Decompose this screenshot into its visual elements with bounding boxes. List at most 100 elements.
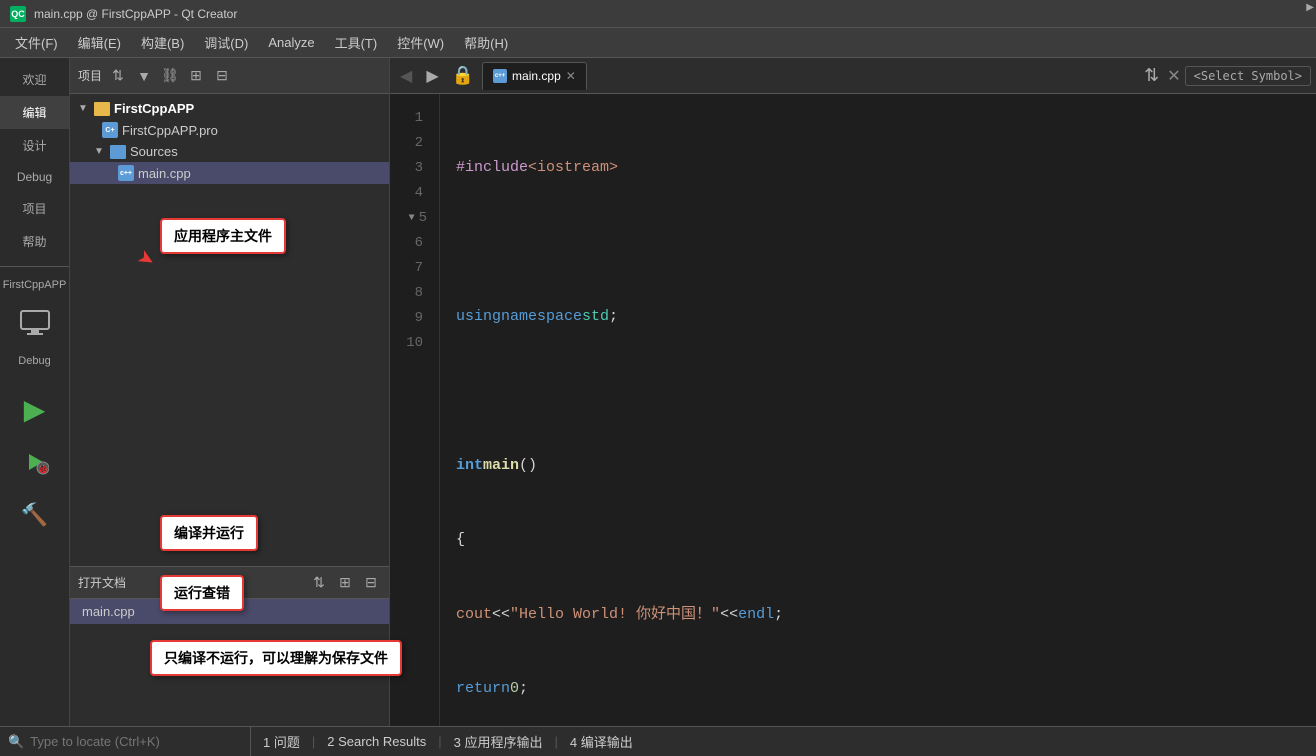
menu-tools[interactable]: 工具(T) — [325, 29, 388, 56]
status-search[interactable]: 2 Search Results — [315, 727, 438, 756]
project-panel-title: 项目 — [78, 67, 102, 84]
line-num-7: 7 — [390, 256, 431, 281]
mode-help[interactable]: 帮助 — [0, 225, 69, 258]
close-editor-btn[interactable]: ✕ — [1167, 66, 1180, 86]
tree-pro-item[interactable]: C+ FirstCppAPP.pro — [70, 119, 389, 141]
project-panel-header: 项目 ⇅ ▼ ⛓ ⊞ ⊟ — [70, 58, 389, 94]
panel-filter-btn[interactable]: ▼ — [134, 66, 154, 86]
menu-analyze[interactable]: Analyze — [258, 31, 324, 54]
tree-maincpp-item[interactable]: c++ main.cpp — [70, 162, 389, 184]
code-line-5: int main() — [456, 454, 1300, 479]
mode-edit[interactable]: 编辑 — [0, 96, 69, 129]
menu-edit[interactable]: 编辑(E) — [68, 29, 131, 56]
menu-build[interactable]: 构建(B) — [131, 29, 194, 56]
docs-collapse-btn[interactable]: ⊟ — [361, 573, 381, 593]
code-content[interactable]: #include <iostream> using namespace std;… — [440, 94, 1316, 726]
line-num-3: 3 — [390, 156, 431, 181]
line-num-4: 4 — [390, 181, 431, 206]
line-num-1: 1 — [390, 106, 431, 131]
code-editor[interactable]: 1 2 3 4 ▼5 6 7 8 9 10 #include <iostream… — [390, 94, 1316, 726]
status-app-output-label: 3 应用程序输出 — [454, 732, 543, 751]
svg-text:🐞: 🐞 — [36, 462, 48, 475]
code-line-8: return 0; — [456, 677, 1300, 702]
menu-file[interactable]: 文件(F) — [5, 29, 68, 56]
folder-icon-sources — [110, 145, 126, 159]
line-numbers: 1 2 3 4 ▼5 6 7 8 9 10 — [390, 94, 440, 726]
file-tree: ▼ FirstCppAPP C+ FirstCppAPP.pro ▼ Sourc… — [70, 94, 389, 566]
code-line-3: using namespace std; — [456, 305, 1300, 330]
code-line-1: #include <iostream> — [456, 156, 1300, 181]
menu-help[interactable]: 帮助(H) — [454, 29, 518, 56]
cpp-file-icon: c++ — [118, 165, 134, 181]
menu-bar: 文件(F) 编辑(E) 构建(B) 调试(D) Analyze 工具(T) 控件… — [0, 28, 1316, 58]
line-num-6: 6 — [390, 231, 431, 256]
tab-sort-icon: ⇅ — [1144, 65, 1159, 86]
pro-file-icon: C+ — [102, 122, 118, 138]
tree-sources-label: Sources — [130, 144, 178, 159]
build-button[interactable]: 🔨 — [10, 490, 60, 540]
mode-debug[interactable]: Debug — [0, 162, 69, 192]
line-num-8: 8 — [390, 281, 431, 306]
tab-label: main.cpp — [512, 69, 561, 83]
nav-back-btn[interactable]: ◀ — [395, 64, 417, 88]
menu-widgets[interactable]: 控件(W) — [387, 29, 454, 56]
docs-sort-btn[interactable]: ⇅ — [309, 573, 329, 593]
status-compile-output-label: 4 编译输出 — [570, 732, 633, 751]
line-num-2: 2 — [390, 131, 431, 156]
run-button[interactable]: ▶ — [10, 298, 60, 348]
tree-pro-label: FirstCppAPP.pro — [122, 123, 218, 138]
debug-play-icon: 🐞 — [21, 448, 49, 476]
debug-label: Debug — [0, 351, 69, 371]
code-line-2 — [456, 230, 1300, 255]
tree-sources-item[interactable]: ▼ Sources — [70, 141, 389, 162]
title-bar: QC main.cpp @ FirstCppAPP - Qt Creator — [0, 0, 1316, 28]
tab-close-btn[interactable]: ✕ — [566, 69, 576, 83]
mode-design[interactable]: 设计 — [0, 129, 69, 162]
annotation-compile-run: 编译并运行 — [160, 515, 258, 551]
status-compile-output[interactable]: 4 编译输出 — [558, 727, 645, 756]
app-label: FirstCppAPP — [0, 275, 69, 295]
editor-wrapper: ◀ ▶ 🔒 c++ main.cpp ✕ ⇅ ✕ <Select Symbol>… — [390, 58, 1316, 726]
tree-root-item[interactable]: ▼ FirstCppAPP — [70, 98, 389, 119]
line-num-5: ▼5 — [390, 206, 431, 231]
status-problems[interactable]: 1 问题 — [251, 727, 312, 756]
bottom-bar: 🔍 1 问题 | 2 Search Results | 3 应用程序输出 | 4… — [0, 726, 1316, 756]
tree-root-label: FirstCppAPP — [114, 101, 194, 116]
nav-forward-btn[interactable]: ▶ — [421, 64, 443, 88]
mode-project[interactable]: 项目 — [0, 192, 69, 225]
tab-cpp-icon: c++ — [493, 69, 507, 83]
editor-tabs: ◀ ▶ 🔒 c++ main.cpp ✕ ⇅ ✕ <Select Symbol> — [390, 58, 1316, 94]
panel-link-btn[interactable]: ⛓ — [160, 66, 180, 86]
annotation-build-only: 只编译不运行，可以理解为保存文件 — [150, 640, 402, 676]
locate-input[interactable] — [30, 734, 242, 749]
line-num-10: 10 — [390, 331, 431, 356]
code-line-4 — [456, 379, 1300, 404]
window-title: main.cpp @ FirstCppAPP - Qt Creator — [34, 7, 237, 21]
code-line-7: cout << "Hello World! 你好中国！" << endl; — [456, 603, 1300, 628]
mode-welcome[interactable]: 欢迎 — [0, 63, 69, 96]
main-layout: 欢迎 编辑 设计 Debug 项目 帮助 FirstCppAPP ▶ Debug… — [0, 58, 1316, 726]
mode-sidebar: 欢迎 编辑 设计 Debug 项目 帮助 FirstCppAPP ▶ Debug… — [0, 58, 70, 726]
status-problems-label: 1 问题 — [263, 732, 300, 751]
locate-search-icon: 🔍 — [8, 734, 24, 750]
tree-maincpp-label: main.cpp — [138, 166, 191, 181]
docs-add-btn[interactable]: ⊞ — [335, 573, 355, 593]
tree-arrow-sources: ▼ — [94, 146, 106, 157]
editor-tab-maincpp[interactable]: c++ main.cpp ✕ — [482, 62, 587, 90]
menu-debug[interactable]: 调试(D) — [194, 29, 258, 56]
tree-arrow-root: ▼ — [78, 103, 90, 114]
play-run-button[interactable]: ▶ — [10, 384, 60, 434]
panel-collapse-btn[interactable]: ⊟ — [212, 66, 232, 86]
annotation-main-file: 应用程序主文件 — [160, 218, 286, 254]
panel-add-btn[interactable]: ⊞ — [186, 66, 206, 86]
annotation-debug-run: 运行查错 — [160, 575, 244, 611]
hammer-icon: 🔨 — [21, 502, 48, 528]
code-line-6: { — [456, 528, 1300, 553]
select-symbol-dropdown[interactable]: <Select Symbol> — [1185, 66, 1311, 86]
debug-run-button[interactable]: 🐞 — [10, 437, 60, 487]
qt-logo-icon: QC — [10, 6, 26, 22]
panel-sort-btn[interactable]: ⇅ — [108, 66, 128, 86]
status-search-label: 2 Search Results — [327, 734, 426, 749]
status-app-output[interactable]: 3 应用程序输出 — [442, 727, 555, 756]
play-icon: ▶ — [24, 393, 46, 426]
